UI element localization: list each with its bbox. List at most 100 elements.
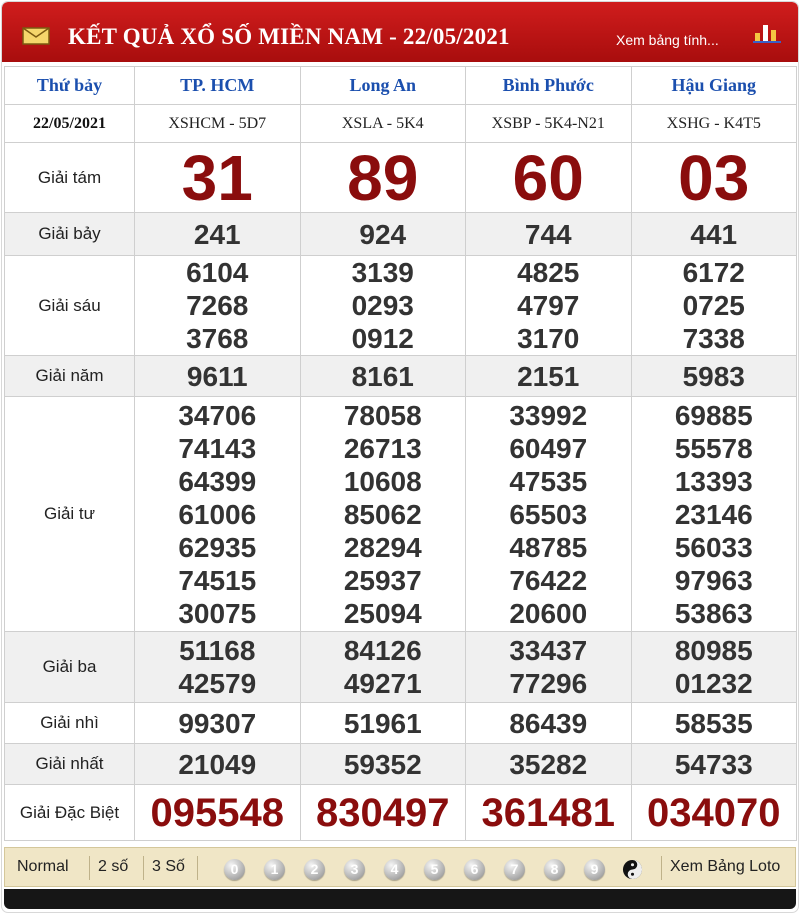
prize-number: 85062 bbox=[343, 498, 422, 530]
prize-cell: 361481 bbox=[465, 784, 632, 841]
prize-cell: 33437 77296 bbox=[465, 631, 632, 703]
mail-icon bbox=[22, 27, 50, 45]
prize-number: 6172 bbox=[682, 257, 745, 288]
province-link-hcm[interactable]: TP. HCM bbox=[134, 66, 301, 105]
prize-cell: 9611 bbox=[134, 355, 301, 397]
display-mode-bar: Normal 2 số 3 Số 0 1 2 3 4 5 6 7 8 9 Xem… bbox=[4, 847, 796, 887]
prize-number: 0725 bbox=[682, 290, 745, 321]
prize-number: 69885 bbox=[674, 399, 753, 431]
prize-number: 5983 bbox=[682, 360, 745, 392]
prize-cell: 5983 bbox=[630, 355, 797, 397]
prize-number: 47535 bbox=[509, 465, 588, 497]
prize-number: 35282 bbox=[509, 748, 588, 780]
prize-number: 55578 bbox=[674, 432, 753, 464]
separator bbox=[89, 856, 90, 880]
prize-number: 89 bbox=[347, 141, 419, 214]
prize-row-g8: Giải tám 31 89 60 03 bbox=[4, 141, 797, 214]
prize-number: 3768 bbox=[186, 323, 249, 354]
prize-number: 74143 bbox=[178, 432, 257, 464]
prize-number: 86439 bbox=[509, 707, 588, 739]
prize-number: 23146 bbox=[674, 498, 753, 530]
prize-number: 54733 bbox=[674, 748, 753, 780]
prize-number: 48785 bbox=[509, 531, 588, 563]
digit-0-button[interactable]: 0 bbox=[224, 859, 245, 880]
prize-number: 744 bbox=[524, 218, 572, 250]
prize-number: 58535 bbox=[674, 707, 753, 739]
prize-number: 65503 bbox=[509, 498, 588, 530]
prize-number: 7268 bbox=[186, 290, 249, 321]
province-link-hau-giang[interactable]: Hậu Giang bbox=[630, 66, 797, 105]
prize-number: 53863 bbox=[674, 597, 753, 629]
digit-5-button[interactable]: 5 bbox=[424, 859, 445, 880]
digit-9-button[interactable]: 9 bbox=[584, 859, 605, 880]
prize-cell: 4825 4797 3170 bbox=[465, 255, 632, 356]
separator bbox=[197, 856, 198, 880]
prize-cell: 034070 bbox=[630, 784, 797, 841]
prize-number: 20600 bbox=[509, 597, 588, 629]
bar-chart-icon[interactable] bbox=[752, 22, 782, 44]
prize-number: 7338 bbox=[682, 323, 745, 354]
prize-cell: 69885 55578 13393 23146 56033 97963 5386… bbox=[630, 396, 797, 632]
prize-number: 924 bbox=[359, 218, 407, 250]
prize-cell: 6172 0725 7338 bbox=[630, 255, 797, 356]
prize-number: 6104 bbox=[186, 257, 249, 288]
prize-number: 59352 bbox=[343, 748, 422, 780]
prize-label: Giải nhất bbox=[4, 743, 135, 785]
prize-cell: 8161 bbox=[299, 355, 466, 397]
prize-number: 28294 bbox=[343, 531, 422, 563]
prize-cell: 59352 bbox=[299, 743, 466, 785]
yin-yang-icon[interactable] bbox=[622, 859, 643, 880]
prize-label: Giải Đặc Biệt bbox=[4, 784, 135, 841]
prize-number: 241 bbox=[193, 218, 241, 250]
prize-number: 3170 bbox=[517, 323, 580, 354]
prize-number: 77296 bbox=[509, 668, 588, 699]
header-bar: KẾT QUẢ XỔ SỐ MIỀN NAM - 22/05/2021 Xem … bbox=[2, 2, 798, 62]
digit-4-button[interactable]: 4 bbox=[384, 859, 405, 880]
results-table: Thứ bảy TP. HCM Long An Bình Phước Hậu G… bbox=[4, 66, 797, 841]
mode-3-so-button[interactable]: 3 Số bbox=[152, 858, 185, 876]
prize-number: 42579 bbox=[178, 668, 257, 699]
prize-number: 31 bbox=[181, 141, 253, 214]
prize-row-g2: Giải nhì 99307 51961 86439 58535 bbox=[4, 702, 797, 744]
prize-number: 64399 bbox=[178, 465, 257, 497]
province-link-long-an[interactable]: Long An bbox=[299, 66, 466, 105]
prize-number: 9611 bbox=[186, 360, 248, 392]
prize-number: 4825 bbox=[517, 257, 580, 288]
prize-cell: 3139 0293 0912 bbox=[299, 255, 466, 356]
ticket-code: XSHCM - 5D7 bbox=[134, 104, 301, 143]
view-table-link[interactable]: Xem bảng tính... bbox=[616, 32, 719, 48]
prize-cell: 31 bbox=[134, 141, 301, 214]
prize-number: 10608 bbox=[343, 465, 422, 497]
prize-number: 62935 bbox=[178, 531, 257, 563]
prize-number: 56033 bbox=[674, 531, 753, 563]
prize-cell: 78058 26713 10608 85062 28294 25937 2509… bbox=[299, 396, 466, 632]
prize-cell: 51168 42579 bbox=[134, 631, 301, 703]
view-loto-link[interactable]: Xem Bảng Loto bbox=[670, 858, 780, 876]
prize-cell: 21049 bbox=[134, 743, 301, 785]
digit-2-button[interactable]: 2 bbox=[304, 859, 325, 880]
digit-6-button[interactable]: 6 bbox=[464, 859, 485, 880]
prize-row-g6: Giải sáu 6104 7268 3768 3139 0293 0912 4… bbox=[4, 255, 797, 356]
mode-normal-button[interactable]: Normal bbox=[17, 858, 69, 876]
digit-1-button[interactable]: 1 bbox=[264, 859, 285, 880]
digit-8-button[interactable]: 8 bbox=[544, 859, 565, 880]
prize-number: 49271 bbox=[343, 668, 422, 699]
prize-number: 2151 bbox=[517, 360, 580, 392]
digit-3-button[interactable]: 3 bbox=[344, 859, 365, 880]
prize-cell: 441 bbox=[630, 212, 797, 256]
mode-2-so-button[interactable]: 2 số bbox=[98, 858, 128, 876]
prize-number: 26713 bbox=[343, 432, 422, 464]
special-prize-number: 361481 bbox=[481, 790, 615, 835]
prize-row-g5: Giải năm 9611 8161 2151 5983 bbox=[4, 355, 797, 397]
digit-7-button[interactable]: 7 bbox=[504, 859, 525, 880]
prize-number: 8161 bbox=[351, 360, 414, 392]
prize-cell: 6104 7268 3768 bbox=[134, 255, 301, 356]
province-link-binh-phuoc[interactable]: Bình Phước bbox=[465, 66, 632, 105]
prize-cell: 2151 bbox=[465, 355, 632, 397]
prize-cell: 33992 60497 47535 65503 48785 76422 2060… bbox=[465, 396, 632, 632]
separator bbox=[143, 856, 144, 880]
prize-row-g4: Giải tư 34706 74143 64399 61006 62935 74… bbox=[4, 396, 797, 632]
prize-cell: 60 bbox=[465, 142, 632, 213]
prize-number: 33992 bbox=[509, 399, 588, 431]
prize-number: 84126 bbox=[343, 635, 422, 666]
